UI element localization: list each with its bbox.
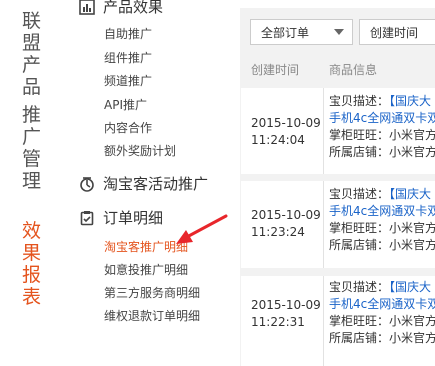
- seller-label: 掌柜旺旺：: [329, 128, 390, 142]
- created-time: 11:22:31: [251, 315, 305, 329]
- column-divider: [323, 88, 324, 174]
- category-char: 推: [22, 104, 42, 126]
- category-char: 品: [22, 76, 42, 98]
- nav-widget-promotion[interactable]: 组件推广: [104, 49, 152, 66]
- created-time: 11:24:04: [251, 133, 305, 147]
- section-taobaoke-activity[interactable]: 淘宝客活动推广: [78, 173, 208, 194]
- clipboard-icon: [78, 209, 96, 227]
- section-product-effect[interactable]: 产品效果: [78, 0, 163, 17]
- nav-third-party-details[interactable]: 第三方服务商明细: [104, 284, 200, 301]
- order-type-value: 全部订单: [261, 25, 310, 40]
- section-order-details[interactable]: 订单明细: [78, 207, 163, 228]
- category-char: 表: [22, 286, 42, 308]
- category-char: 联: [22, 10, 42, 32]
- product-link-line2[interactable]: 手机4c全网通双卡双: [329, 203, 435, 220]
- product-link[interactable]: 【国庆大: [389, 280, 431, 294]
- created-date: 2015-10-09: [251, 298, 321, 312]
- table-row: 2015-10-09 11:22:31 宝贝描述：【国庆大 手机4c全网通双卡双…: [241, 276, 435, 366]
- nav-extra-reward[interactable]: 额外奖励计划: [104, 142, 176, 159]
- order-type-select[interactable]: 全部订单: [250, 19, 353, 45]
- nav-api-promotion[interactable]: API推广: [104, 96, 147, 113]
- chevron-down-icon: [334, 29, 344, 35]
- time-type-select[interactable]: 创建时间: [359, 19, 435, 45]
- nav-ruyitou-details[interactable]: 如意投推广明细: [104, 261, 188, 278]
- product-link-line2[interactable]: 手机4c全网通双卡双: [329, 110, 435, 127]
- desc-label: 宝贝描述：: [329, 280, 390, 294]
- category-char: 报: [22, 264, 42, 286]
- table-row: 2015-10-09 11:23:24 宝贝描述：【国庆大 手机4c全网通双卡双…: [241, 181, 435, 268]
- product-link[interactable]: 【国庆大: [389, 187, 431, 201]
- column-header-created-time: 创建时间: [251, 63, 300, 77]
- category-char: 广: [22, 126, 42, 148]
- column-divider: [323, 181, 324, 268]
- desc-label: 宝贝描述：: [329, 94, 390, 108]
- seller-value: 小米官方: [389, 314, 435, 328]
- category-union-products[interactable]: 联 盟 产 品: [22, 10, 41, 98]
- shop-label: 所属店铺：: [329, 331, 390, 345]
- category-char: 产: [22, 54, 42, 76]
- section-title: 订单明细: [103, 209, 164, 227]
- created-date: 2015-10-09: [251, 116, 321, 130]
- seller-label: 掌柜旺旺：: [329, 314, 390, 328]
- nav-self-promotion[interactable]: 自助推广: [104, 25, 152, 42]
- nav-taobaoke-details[interactable]: 淘宝客推广明细: [104, 238, 188, 255]
- category-char: 理: [22, 170, 42, 192]
- nav-content-cooperation[interactable]: 内容合作: [104, 119, 152, 136]
- column-divider: [323, 276, 324, 366]
- shop-label: 所属店铺：: [329, 238, 390, 252]
- product-link-line2[interactable]: 手机4c全网通双卡双: [329, 296, 435, 313]
- category-char: 效: [22, 220, 42, 242]
- section-title: 淘宝客活动推广: [103, 175, 209, 193]
- seller-label: 掌柜旺旺：: [329, 221, 390, 235]
- desc-label: 宝贝描述：: [329, 187, 390, 201]
- shop-value: 小米官方: [389, 238, 435, 252]
- chart-icon: [78, 0, 96, 16]
- shop-label: 所属店铺：: [329, 145, 390, 159]
- category-char: 管: [22, 148, 42, 170]
- column-header-product-info: 商品信息: [329, 63, 378, 77]
- category-char: 盟: [22, 32, 42, 54]
- created-date: 2015-10-09: [251, 208, 321, 222]
- section-title: 产品效果: [103, 0, 164, 16]
- filter-bar: 全部订单 创建时间: [250, 19, 435, 45]
- shop-value: 小米官方: [389, 331, 435, 345]
- time-type-value: 创建时间: [370, 25, 419, 40]
- category-promotion-management[interactable]: 推 广 管 理: [22, 104, 41, 192]
- product-link[interactable]: 【国庆大: [389, 94, 431, 108]
- nav-channel-promotion[interactable]: 频道推广: [104, 72, 152, 89]
- seller-value: 小米官方: [389, 221, 435, 235]
- category-char: 果: [22, 242, 42, 264]
- nav-refund-details[interactable]: 维权退款订单明细: [104, 307, 200, 324]
- shop-value: 小米官方: [389, 145, 435, 159]
- table-row: 2015-10-09 11:24:04 宝贝描述：【国庆大 手机4c全网通双卡双…: [241, 88, 435, 174]
- created-time: 11:23:24: [251, 225, 305, 239]
- seller-value: 小米官方: [389, 128, 435, 142]
- category-effect-reports[interactable]: 效 果 报 表: [22, 220, 41, 308]
- activity-icon: [78, 175, 96, 193]
